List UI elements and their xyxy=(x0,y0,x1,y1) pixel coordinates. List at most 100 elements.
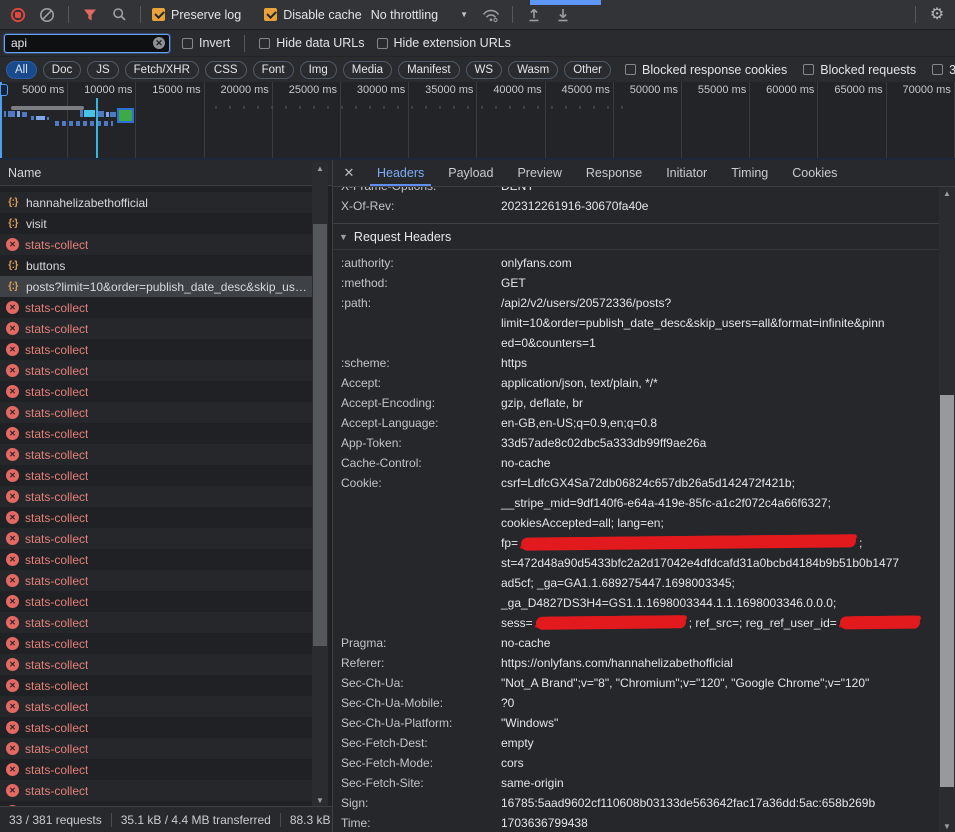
overview-selection-grip[interactable] xyxy=(0,84,8,96)
filter-icon[interactable] xyxy=(80,5,100,25)
header-name: Sec-Ch-Ua: xyxy=(333,673,501,693)
request-row[interactable]: ✕stats-collect xyxy=(0,402,312,423)
request-row[interactable]: {:}visit xyxy=(0,213,312,234)
request-row[interactable]: ✕stats-collect xyxy=(0,633,312,654)
settings-gear-icon[interactable]: ⚙ xyxy=(927,5,947,25)
tab-cookies[interactable]: Cookies xyxy=(780,160,849,186)
filter-pill-other[interactable]: Other xyxy=(564,61,611,79)
filter-check-3rd-party-requests[interactable]: 3rd-party requests xyxy=(932,63,955,77)
header-value-text: https://onlyfans.com/hannahelizabethoffi… xyxy=(501,656,733,670)
request-row[interactable]: ✕stats-collect xyxy=(0,360,312,381)
request-row[interactable]: ✕stats-collect xyxy=(0,696,312,717)
clear-icon[interactable] xyxy=(37,5,57,25)
filter-pill-img[interactable]: Img xyxy=(300,61,337,79)
request-row[interactable]: ✕stats-collect xyxy=(0,549,312,570)
request-headers-section-header[interactable]: ▼ Request Headers xyxy=(333,224,955,250)
request-row[interactable]: ✕stats-collect xyxy=(0,465,312,486)
tab-headers[interactable]: Headers xyxy=(365,160,436,186)
filter-pill-fetch-xhr[interactable]: Fetch/XHR xyxy=(125,61,199,79)
request-row[interactable]: ✕stats-collect xyxy=(0,570,312,591)
name-column-header[interactable]: Name xyxy=(0,160,332,186)
checkbox-unchecked-icon[interactable] xyxy=(377,38,388,49)
request-row[interactable]: ✕stats-collect xyxy=(0,591,312,612)
record-stop-icon[interactable] xyxy=(8,5,28,25)
network-conditions-icon[interactable] xyxy=(481,5,501,25)
checkbox-unchecked-icon[interactable] xyxy=(932,64,943,75)
tab-response[interactable]: Response xyxy=(574,160,654,186)
request-row[interactable]: {:}buttons xyxy=(0,255,312,276)
header-row: Cookie:csrf=LdfcGX4Sa72db06824c657db26a5… xyxy=(333,473,955,633)
request-list-scrollbar[interactable]: ▲ ▼ xyxy=(312,162,328,806)
request-row[interactable]: ✕stats-collect xyxy=(0,780,312,801)
throttling-dropdown[interactable]: No throttling ▼ xyxy=(371,8,468,22)
filter-pill-js[interactable]: JS xyxy=(87,61,118,79)
header-value-line: cors xyxy=(501,753,524,773)
request-row[interactable]: ✕stats-collect xyxy=(0,738,312,759)
header-name: Referer: xyxy=(333,653,501,673)
checkbox-checked-icon[interactable] xyxy=(264,8,277,21)
filter-pill-doc[interactable]: Doc xyxy=(43,61,81,79)
header-value-text: https xyxy=(501,356,527,370)
search-icon[interactable] xyxy=(109,5,129,25)
details-scrollbar[interactable]: ▲ ▼ xyxy=(939,187,955,832)
tab-timing[interactable]: Timing xyxy=(719,160,780,186)
filter-check-blocked-response-cookies[interactable]: Blocked response cookies xyxy=(625,63,787,77)
scrollbar-thumb[interactable] xyxy=(313,224,327,646)
request-row[interactable]: ✕stats-collect xyxy=(0,675,312,696)
request-row[interactable]: ✕stats-collect xyxy=(0,717,312,738)
filter-pill-media[interactable]: Media xyxy=(343,61,392,79)
request-row[interactable]: ✕stats-collect xyxy=(0,423,312,444)
checkbox-unchecked-icon[interactable] xyxy=(182,38,193,49)
checkbox-unchecked-icon[interactable] xyxy=(259,38,270,49)
request-row[interactable]: {:}posts?limit=10&order=publish_date_des… xyxy=(0,276,312,297)
tab-payload[interactable]: Payload xyxy=(436,160,505,186)
request-row[interactable]: ✕stats-collect xyxy=(0,297,312,318)
preserve-log-checkbox[interactable]: Preserve log xyxy=(152,8,241,22)
header-value-text: ed=0&counters=1 xyxy=(501,336,596,350)
request-row[interactable]: ✕stats-collect xyxy=(0,486,312,507)
scroll-up-icon[interactable]: ▲ xyxy=(312,162,328,174)
checkbox-checked-icon[interactable] xyxy=(152,8,165,21)
filter-pill-font[interactable]: Font xyxy=(253,61,294,79)
request-row[interactable]: ✕stats-collect xyxy=(0,234,312,255)
request-row[interactable]: ✕stats-collect xyxy=(0,654,312,675)
request-row[interactable]: ✕stats-collect xyxy=(0,507,312,528)
invert-checkbox[interactable]: Invert xyxy=(182,36,230,50)
filter-pill-manifest[interactable]: Manifest xyxy=(398,61,459,79)
checkbox-unchecked-icon[interactable] xyxy=(625,64,636,75)
tab-initiator[interactable]: Initiator xyxy=(654,160,719,186)
scroll-down-icon[interactable]: ▼ xyxy=(939,820,955,832)
filter-pill-css[interactable]: CSS xyxy=(205,61,247,79)
import-har-icon[interactable] xyxy=(524,5,544,25)
filter-searchbox[interactable]: ✕ xyxy=(4,34,170,53)
request-row[interactable]: {:}hannahelizabethofficial xyxy=(0,192,312,213)
filter-check-blocked-requests[interactable]: Blocked requests xyxy=(803,63,916,77)
header-value: /api2/v2/users/20572336/posts?limit=10&o… xyxy=(501,293,885,353)
request-row[interactable]: ✕stats-collect xyxy=(0,339,312,360)
scroll-down-icon[interactable]: ▼ xyxy=(312,794,328,806)
filter-pill-wasm[interactable]: Wasm xyxy=(508,61,558,79)
request-row[interactable]: ✕stats-collect xyxy=(0,381,312,402)
network-overview-timeline[interactable]: 5000 ms10000 ms15000 ms20000 ms25000 ms3… xyxy=(0,82,955,160)
scroll-up-icon[interactable]: ▲ xyxy=(939,187,955,199)
hide-extension-urls-checkbox[interactable]: Hide extension URLs xyxy=(377,36,511,50)
export-har-icon[interactable] xyxy=(553,5,573,25)
failed-request-icon: ✕ xyxy=(6,469,19,482)
request-name: stats-collect xyxy=(25,364,88,378)
filter-pill-all[interactable]: All xyxy=(6,61,37,79)
disable-cache-checkbox[interactable]: Disable cache xyxy=(264,8,362,22)
request-row[interactable]: ✕stats-collect xyxy=(0,528,312,549)
clear-search-icon[interactable]: ✕ xyxy=(153,37,165,49)
scrollbar-thumb[interactable] xyxy=(940,395,954,787)
tab-preview[interactable]: Preview xyxy=(505,160,573,186)
filter-pill-ws[interactable]: WS xyxy=(466,61,503,79)
request-row[interactable]: ✕stats-collect xyxy=(0,444,312,465)
hide-data-urls-checkbox[interactable]: Hide data URLs xyxy=(259,36,364,50)
waterfall-activity xyxy=(22,112,27,117)
filter-search-input[interactable] xyxy=(9,36,153,50)
request-row[interactable]: ✕stats-collect xyxy=(0,759,312,780)
close-icon[interactable]: ✕ xyxy=(333,160,365,186)
request-row[interactable]: ✕stats-collect xyxy=(0,318,312,339)
checkbox-unchecked-icon[interactable] xyxy=(803,64,814,75)
request-row[interactable]: ✕stats-collect xyxy=(0,612,312,633)
